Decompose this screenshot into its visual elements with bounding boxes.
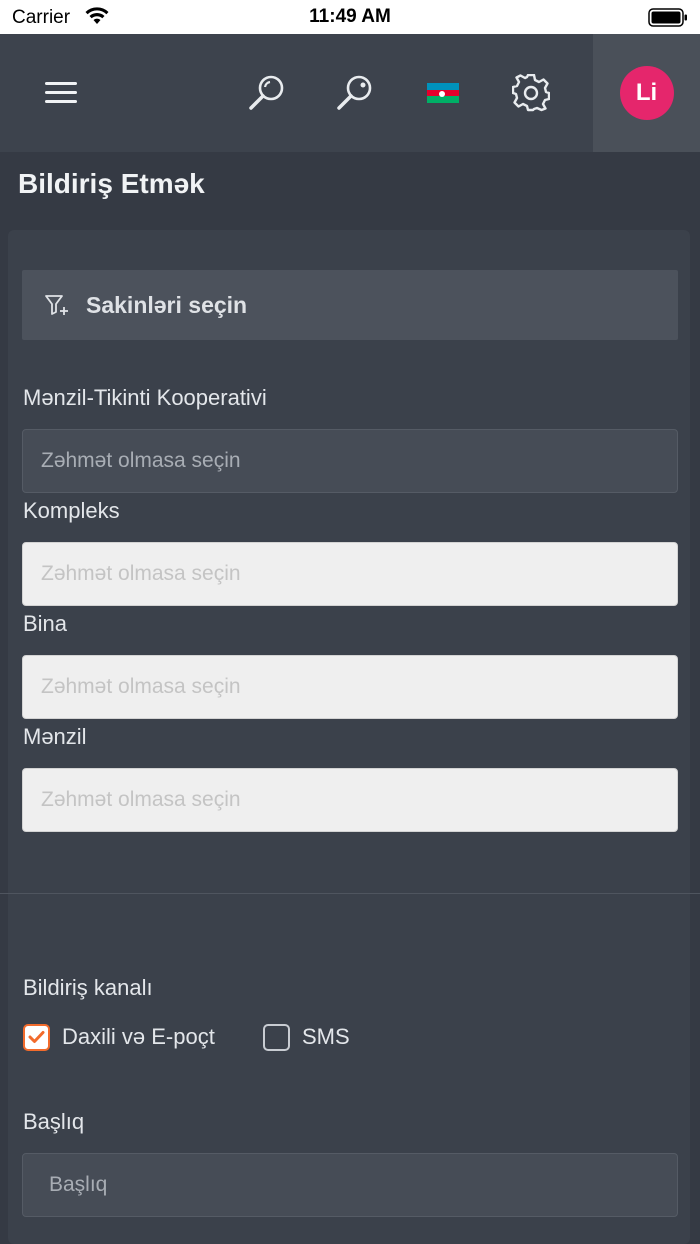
search-button[interactable] xyxy=(236,34,298,152)
filter-plus-icon xyxy=(45,295,68,315)
select-residents-label: Sakinləri seçin xyxy=(86,291,248,318)
apartment-select[interactable]: Zəhmət olmasa seçin xyxy=(22,768,678,832)
clock: 11:49 AM xyxy=(309,6,391,27)
apartment-placeholder: Zəhmət olmasa seçin xyxy=(41,788,241,811)
search-icon xyxy=(337,75,372,110)
channel-option-internal-email[interactable]: Daxili və E-poçt xyxy=(23,1022,215,1052)
search-icon xyxy=(249,75,284,110)
cooperative-placeholder: Zəhmət olmasa seçin xyxy=(41,449,241,472)
channel-label: Bildiriş kanalı xyxy=(23,975,153,1000)
section-divider xyxy=(0,893,700,894)
channel-option-label: SMS xyxy=(302,1024,350,1049)
menu-icon xyxy=(45,82,77,103)
title-label: Başlıq xyxy=(23,1109,85,1134)
checkbox-checked[interactable] xyxy=(23,1023,50,1051)
checkmark-icon xyxy=(28,1031,45,1043)
building-placeholder: Zəhmət olmasa seçin xyxy=(41,675,241,698)
profile-button[interactable]: Li xyxy=(593,34,700,152)
apartment-label: Mənzil xyxy=(23,724,87,749)
form-card xyxy=(8,230,690,1244)
complex-label: Kompleks xyxy=(23,498,120,523)
settings-button[interactable] xyxy=(500,34,562,152)
channel-option-label: Daxili və E-poçt xyxy=(62,1024,215,1049)
azerbaijan-flag-icon xyxy=(427,83,459,104)
gear-icon xyxy=(512,74,550,112)
battery-icon xyxy=(648,8,687,27)
checkbox-unchecked[interactable] xyxy=(263,1023,290,1051)
avatar: Li xyxy=(619,66,674,120)
page-title: Bildiriş Etmək xyxy=(18,168,205,199)
channel-option-sms[interactable]: SMS xyxy=(263,1022,350,1052)
cooperative-select[interactable]: Zəhmət olmasa seçin xyxy=(22,429,678,493)
complex-placeholder: Zəhmət olmasa seçin xyxy=(41,562,241,585)
language-button[interactable] xyxy=(412,34,474,152)
select-residents-button[interactable]: Sakinləri seçin xyxy=(22,270,678,340)
complex-select[interactable]: Zəhmət olmasa seçin xyxy=(22,542,678,606)
advanced-search-button[interactable] xyxy=(324,34,386,152)
building-select[interactable]: Zəhmət olmasa seçin xyxy=(22,655,678,719)
status-bar: Carrier 11:49 AM xyxy=(0,0,700,34)
building-label: Bina xyxy=(23,611,68,636)
top-navigation-bar: Li xyxy=(0,34,700,152)
cooperative-label: Mənzil-Tikinti Kooperativi xyxy=(23,385,267,410)
title-input[interactable]: Başlıq xyxy=(22,1153,678,1217)
menu-button[interactable] xyxy=(30,34,92,152)
title-placeholder: Başlıq xyxy=(49,1173,108,1196)
